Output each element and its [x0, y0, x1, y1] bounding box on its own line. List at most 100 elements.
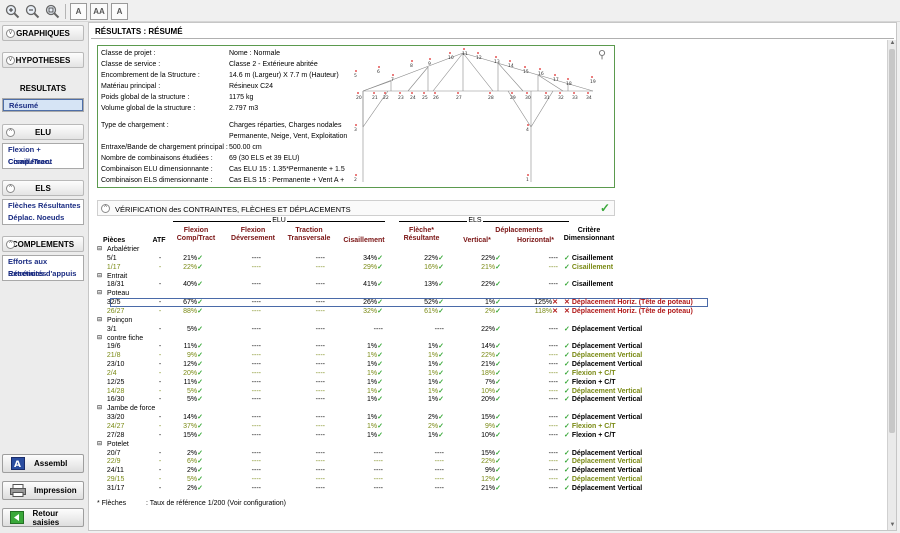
page-title: RÉSULTATS : RÉSUMÉ [95, 27, 183, 36]
piece-name: 1/17 [103, 263, 121, 271]
cell-cisaillement: ---- [373, 325, 383, 333]
structure-node [457, 92, 459, 94]
collapse-icon[interactable]: ⊟ [97, 245, 102, 254]
piece-name: 31/17 [103, 484, 125, 492]
cell-traction: ---- [315, 414, 325, 422]
node-label: 13 [494, 59, 500, 65]
node-label: 32 [558, 95, 564, 101]
cell-flexion-dev: ---- [251, 449, 261, 457]
sidebar-item-efforts[interactable]: Efforts aux Extrémités [3, 256, 83, 278]
zoom-in-icon[interactable] [4, 3, 21, 20]
cell-horizontal: ---- [548, 423, 558, 430]
node-label: 26 [433, 95, 439, 101]
collapse-icon[interactable]: ⊟ [97, 289, 102, 298]
cell-horizontal: ---- [548, 484, 558, 492]
summary-panel: Classe de projet : Nome : Normale Classe d… [97, 45, 615, 188]
node-label: 3 [354, 127, 357, 133]
collapse-icon[interactable]: ⊟ [97, 404, 102, 413]
chevron-down-icon: v [6, 56, 15, 65]
table-row: 1/17 - 22%✓ ---- ---- 29%✓ 16%✓ 21%✓ ---- ✓ Cisai… [89, 263, 709, 272]
cell-fleche: 2%✓ [428, 414, 444, 422]
node-label: 29 [510, 95, 516, 101]
elu-section[interactable]: ^ ELU [2, 124, 84, 140]
cell-atf: - [158, 352, 162, 360]
sidebar-item-fleches[interactable]: Flèches Résultantes [3, 200, 83, 212]
graphiques-section[interactable]: v GRAPHIQUES [2, 25, 84, 41]
scroll-thumb[interactable] [889, 49, 895, 433]
cell-atf: - [158, 484, 162, 492]
assembl-button[interactable]: A Assembl [2, 454, 84, 473]
cell-traction: ---- [315, 484, 325, 492]
sidebar-item-flexion[interactable]: Flexion + Comp./Trac. [3, 144, 83, 166]
cell-atf: - [158, 423, 162, 430]
structure-node [373, 92, 375, 94]
pin-icon[interactable]: ⚲ [598, 48, 606, 61]
cell-cisaillement: 29%✓ [363, 263, 383, 271]
summary-value: Nome : Normale [229, 50, 280, 57]
sidebar-item-cisaillement[interactable]: Cisaillement [3, 156, 83, 168]
cell-traction: ---- [315, 352, 325, 360]
cell-vertical: 1%✓ [485, 299, 501, 307]
zoom-fit-icon[interactable] [44, 3, 61, 20]
verification-header[interactable]: ^ VÉRIFICATION des CONTRAINTES, FLÈCHES … [97, 200, 615, 216]
resultats-section[interactable]: RESULTATS [2, 81, 84, 95]
svg-text:A: A [14, 460, 21, 470]
col-horizontal: Horizontal* [517, 237, 554, 244]
vertical-scrollbar[interactable]: ▲ ▼ [887, 40, 896, 530]
collapse-icon[interactable]: ⊟ [97, 316, 102, 325]
scroll-up-icon[interactable]: ▲ [888, 40, 897, 48]
cell-flexion-dev: ---- [251, 414, 261, 422]
table-row: 3/1 - 5%✓ ---- ---- ---- ---- 22%✓ ---- ✓ Déplace… [89, 325, 709, 334]
font-shrink-icon[interactable]: A [111, 3, 128, 20]
hypotheses-section[interactable]: v HYPOTHESES [2, 52, 84, 68]
cell-critere: ✕ Déplacement Horiz. (Tête de poteau) [564, 307, 693, 315]
cell-vertical: 14%✓ [481, 343, 501, 351]
collapse-icon[interactable]: ⊟ [97, 334, 102, 343]
zoom-out-icon[interactable] [24, 3, 41, 20]
cell-flexion-ct: 5%✓ [187, 396, 203, 404]
scroll-down-icon[interactable]: ▼ [888, 522, 897, 530]
cell-cisaillement: ---- [373, 476, 383, 484]
cell-fleche: 1%✓ [428, 387, 444, 395]
font-size-icon[interactable]: A [70, 3, 87, 20]
cell-horizontal: 125%✕ [534, 299, 558, 307]
structure-node [587, 92, 589, 94]
collapse-icon[interactable]: ⊟ [97, 272, 102, 281]
cell-fleche: ---- [434, 484, 444, 492]
sidebar-item-deplac-noeuds[interactable]: Déplac. Noeuds [3, 212, 83, 224]
cell-critere: ✓ Déplacement Vertical [564, 414, 643, 422]
retour-saisies-button[interactable]: Retour saisies [2, 508, 84, 527]
font-grow-icon[interactable]: AA [90, 3, 108, 20]
cell-flexion-dev: ---- [251, 263, 261, 271]
cell-atf: - [158, 299, 162, 307]
els-list: Flèches Résultantes Déplac. Noeuds [2, 199, 84, 225]
sidebar-item-resume[interactable]: Résumé [3, 99, 83, 111]
impression-button[interactable]: Impression [2, 481, 84, 500]
structure-node [527, 174, 529, 176]
cell-flexion-ct: 20%✓ [183, 369, 203, 377]
summary-label: Encombrement de la Structure : [101, 72, 200, 79]
piece-name: 21/8 [103, 352, 121, 360]
cell-fleche: 16%✓ [424, 263, 444, 271]
structure-node [559, 92, 561, 94]
complements-section[interactable]: ^ COMPLEMENTS [2, 236, 84, 252]
cell-cisaillement: 1%✓ [367, 352, 383, 360]
structure-node [509, 60, 511, 62]
cell-traction: ---- [315, 369, 325, 377]
table-row: 12/25 - 11%✓ ---- ---- 1%✓ 1%✓ 7%✓ ---- ✓ Flexion… [89, 378, 709, 387]
structure-node [355, 174, 357, 176]
table-row: 21/8 - 9%✓ ---- ---- 1%✓ 1%✓ 22%✓ ---- ✓ Déplacem… [89, 351, 709, 360]
sidebar-item-reactions[interactable]: Réactions d'appuis [3, 268, 83, 280]
cell-flexion-dev: ---- [251, 361, 261, 369]
cell-fleche: 2%✓ [428, 423, 444, 430]
els-section[interactable]: ^ ELS [2, 180, 84, 196]
node-label: 17 [553, 77, 559, 83]
structure-node [378, 66, 380, 68]
cell-traction: ---- [315, 467, 325, 475]
cell-atf: - [158, 369, 162, 377]
collapse-icon[interactable]: ⊟ [97, 440, 102, 449]
table-group-row: ⊟ contre fiche [89, 334, 709, 343]
summary-value: Permanente, Neige, Vent, Exploitation [229, 133, 348, 140]
table-row: 24/11 - 2%✓ ---- ---- ---- ---- 9%✓ ---- ✓ Déplac… [89, 466, 709, 475]
summary-label: Matériau principal : [101, 83, 161, 90]
